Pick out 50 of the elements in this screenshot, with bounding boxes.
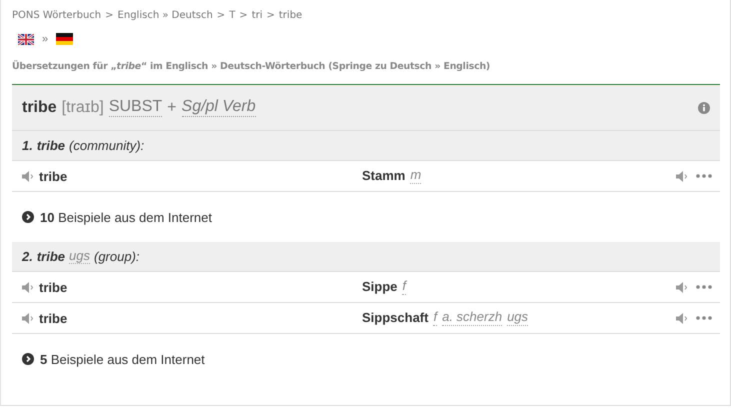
uk-flag-icon — [18, 34, 34, 44]
more-icon[interactable] — [696, 174, 712, 178]
sense-headword: tribe — [36, 249, 66, 264]
breadcrumb-link[interactable]: tribe — [278, 10, 302, 21]
direction-separator: » — [42, 33, 48, 45]
examples-link[interactable]: 10 Beispiele aus dem Internet — [12, 192, 720, 242]
grammar-label: Sg/pl Verb — [182, 98, 256, 117]
info-icon[interactable] — [698, 102, 710, 114]
breadcrumb-separator: > — [266, 10, 275, 21]
speaker-icon[interactable] — [676, 170, 688, 182]
breadcrumb-link[interactable]: Englisch » Deutsch — [118, 10, 213, 21]
more-icon[interactable] — [696, 285, 712, 289]
more-icon[interactable] — [696, 316, 712, 320]
speaker-icon[interactable] — [22, 170, 34, 182]
grammar-label: f — [402, 279, 406, 295]
sense-number: 1. — [22, 138, 33, 153]
translation-word: Stamm — [362, 168, 406, 184]
sense-headword: tribe — [36, 138, 66, 153]
chevron-circle-icon — [22, 353, 34, 365]
source-word: tribe — [39, 168, 68, 184]
speaker-icon[interactable] — [676, 282, 688, 292]
german-flag-icon — [56, 33, 74, 45]
sense-number: 2. — [22, 249, 33, 264]
phonetics: [traɪb] — [62, 98, 104, 116]
speaker-icon[interactable] — [22, 312, 34, 324]
headword: tribe — [22, 98, 57, 116]
breadcrumb-separator: > — [105, 10, 114, 21]
translation-word: Sippschaft — [362, 310, 428, 326]
breadcrumb-separator: > — [216, 10, 226, 21]
word-class-label: SUBST — [108, 98, 162, 117]
breadcrumb-separator: > — [239, 10, 248, 21]
source-word: tribe — [39, 310, 68, 326]
breadcrumb-link[interactable]: tri — [252, 10, 262, 21]
sense-gloss: (group): — [94, 249, 140, 264]
breadcrumb-link[interactable]: T — [229, 10, 236, 21]
speaker-icon[interactable] — [676, 312, 688, 324]
speaker-icon[interactable] — [22, 282, 34, 292]
subtitle: Übersetzungen für „tribe“ im Englisch » Deutsch-Wörterbuch (Springe zu Deutsch » Englisch) — [12, 61, 492, 72]
usage-label: ugs — [69, 248, 90, 264]
grammar-label: f — [433, 310, 438, 326]
source-word: tribe — [39, 280, 68, 294]
grammar-label: m — [410, 168, 422, 184]
breadcrumb-link[interactable]: PONS Wörterbuch — [12, 10, 102, 21]
sense-gloss: (community): — [69, 138, 144, 153]
plus-sign: + — [167, 98, 177, 116]
grammar-label: a. scherzh — [442, 310, 502, 326]
examples-link[interactable]: 5 Beispiele aus dem Internet — [12, 334, 720, 384]
chevron-circle-icon — [22, 211, 34, 223]
grammar-label: ugs — [507, 310, 528, 326]
translation-word: Sippe — [362, 279, 398, 294]
